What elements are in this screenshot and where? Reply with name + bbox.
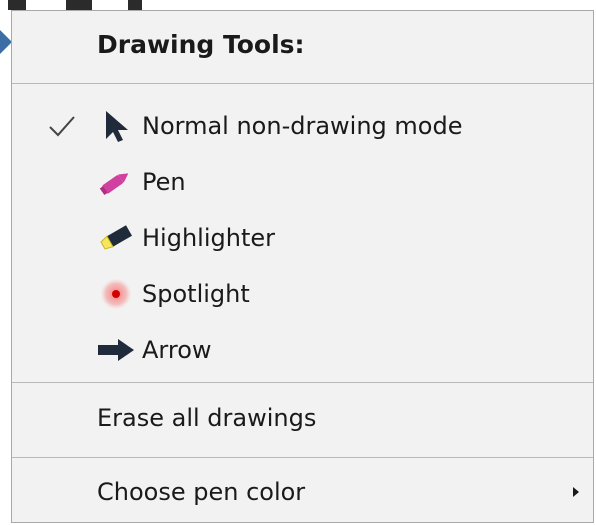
background-toolbar-block (66, 0, 92, 10)
menu-item-label: Highlighter (142, 224, 275, 252)
menu-item-label: Erase all drawings (97, 404, 317, 432)
background-toolbar-block (8, 0, 26, 10)
cursor-arrow-icon (96, 106, 136, 146)
menu-item-label: Normal non-drawing mode (142, 112, 463, 140)
checkmark-icon (49, 116, 75, 137)
pen-icon (96, 162, 136, 202)
menu-item-choose-pen-color[interactable]: Choose pen color (12, 467, 593, 517)
menu-item-normal-mode[interactable]: Normal non-drawing mode (12, 101, 593, 151)
menu-item-erase-all[interactable]: Erase all drawings (12, 393, 593, 443)
menu-separator (12, 457, 593, 458)
spotlight-icon (96, 274, 136, 314)
menu-item-spotlight[interactable]: Spotlight (12, 269, 593, 319)
menu-header-label: Drawing Tools: (97, 29, 305, 59)
menu-separator (12, 382, 593, 383)
background-toolbar-block (128, 0, 142, 10)
menu-item-label: Arrow (142, 336, 212, 364)
menu-item-highlighter[interactable]: Highlighter (12, 213, 593, 263)
menu-item-label: Choose pen color (97, 478, 306, 506)
menu-item-pen[interactable]: Pen (12, 157, 593, 207)
arrow-icon (96, 330, 136, 370)
menu-item-label: Pen (142, 168, 186, 196)
menu-header: Drawing Tools: (12, 19, 593, 69)
menu-separator (12, 83, 593, 84)
menu-item-arrow[interactable]: Arrow (12, 325, 593, 375)
menu-item-label: Spotlight (142, 280, 250, 308)
drawing-tools-menu: Drawing Tools: Normal non-drawing mode P… (11, 10, 594, 523)
highlighter-icon (96, 218, 136, 258)
submenu-arrow-icon (573, 487, 579, 497)
